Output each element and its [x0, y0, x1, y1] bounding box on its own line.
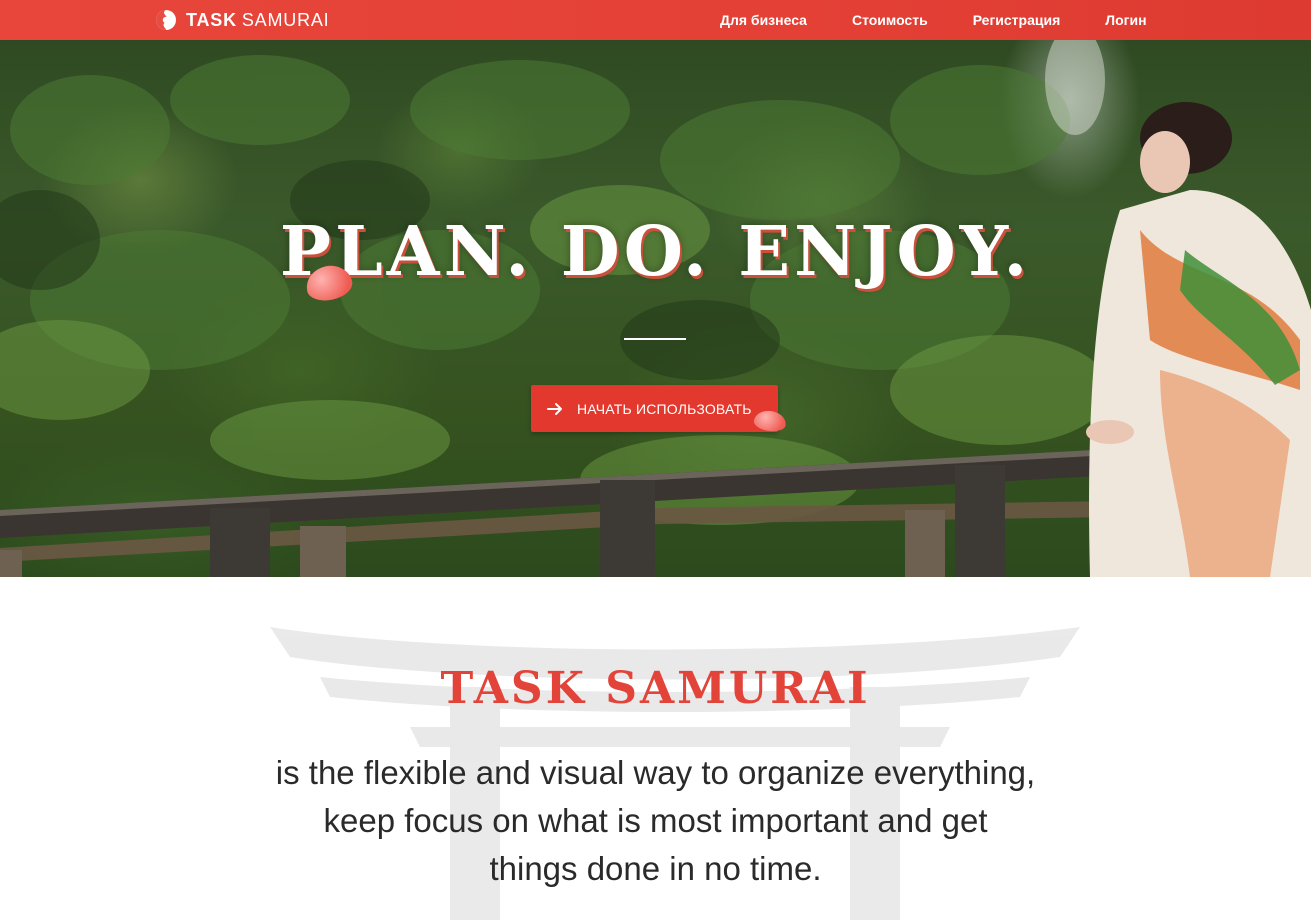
hero-section: PLAN. DO. ENJOY. НАЧАТЬ ИСПОЛЬЗОВАТЬ — [0, 40, 1311, 577]
about-line: things done in no time. — [489, 850, 822, 887]
start-using-button-label: НАЧАТЬ ИСПОЛЬЗОВАТЬ — [577, 400, 752, 417]
about-description: is the flexible and visual way to organi… — [0, 749, 1311, 893]
about-section: TASK SAMURAI is the flexible and visual … — [0, 577, 1311, 920]
start-using-button[interactable]: НАЧАТЬ ИСПОЛЬЗОВАТЬ — [531, 385, 778, 432]
nav-link-business[interactable]: Для бизнеса — [720, 12, 807, 28]
hero-headline: PLAN. DO. ENJOY. — [279, 212, 1032, 292]
hero-background-image — [0, 40, 1311, 577]
top-navigation-bar: TASK SAMURAI Для бизнеса Стоимость Регис… — [0, 0, 1311, 40]
about-line: is the flexible and visual way to organi… — [275, 754, 1036, 791]
brand-name-light: SAMURAI — [241, 9, 330, 30]
nav-link-pricing[interactable]: Стоимость — [852, 12, 928, 28]
hero-divider — [624, 338, 686, 340]
nav-link-register[interactable]: Регистрация — [973, 12, 1061, 28]
arrow-right-icon — [547, 402, 562, 415]
brand-name-bold: TASK — [186, 9, 237, 30]
main-nav: Для бизнеса Стоимость Регистрация Логин — [720, 0, 1147, 40]
nav-link-login[interactable]: Логин — [1105, 12, 1146, 28]
about-line: keep focus on what is most important and… — [323, 802, 988, 839]
task-samurai-logo-icon — [156, 10, 176, 30]
about-title: TASK SAMURAI — [440, 663, 871, 714]
brand-logo[interactable]: TASK SAMURAI — [155, 9, 330, 31]
